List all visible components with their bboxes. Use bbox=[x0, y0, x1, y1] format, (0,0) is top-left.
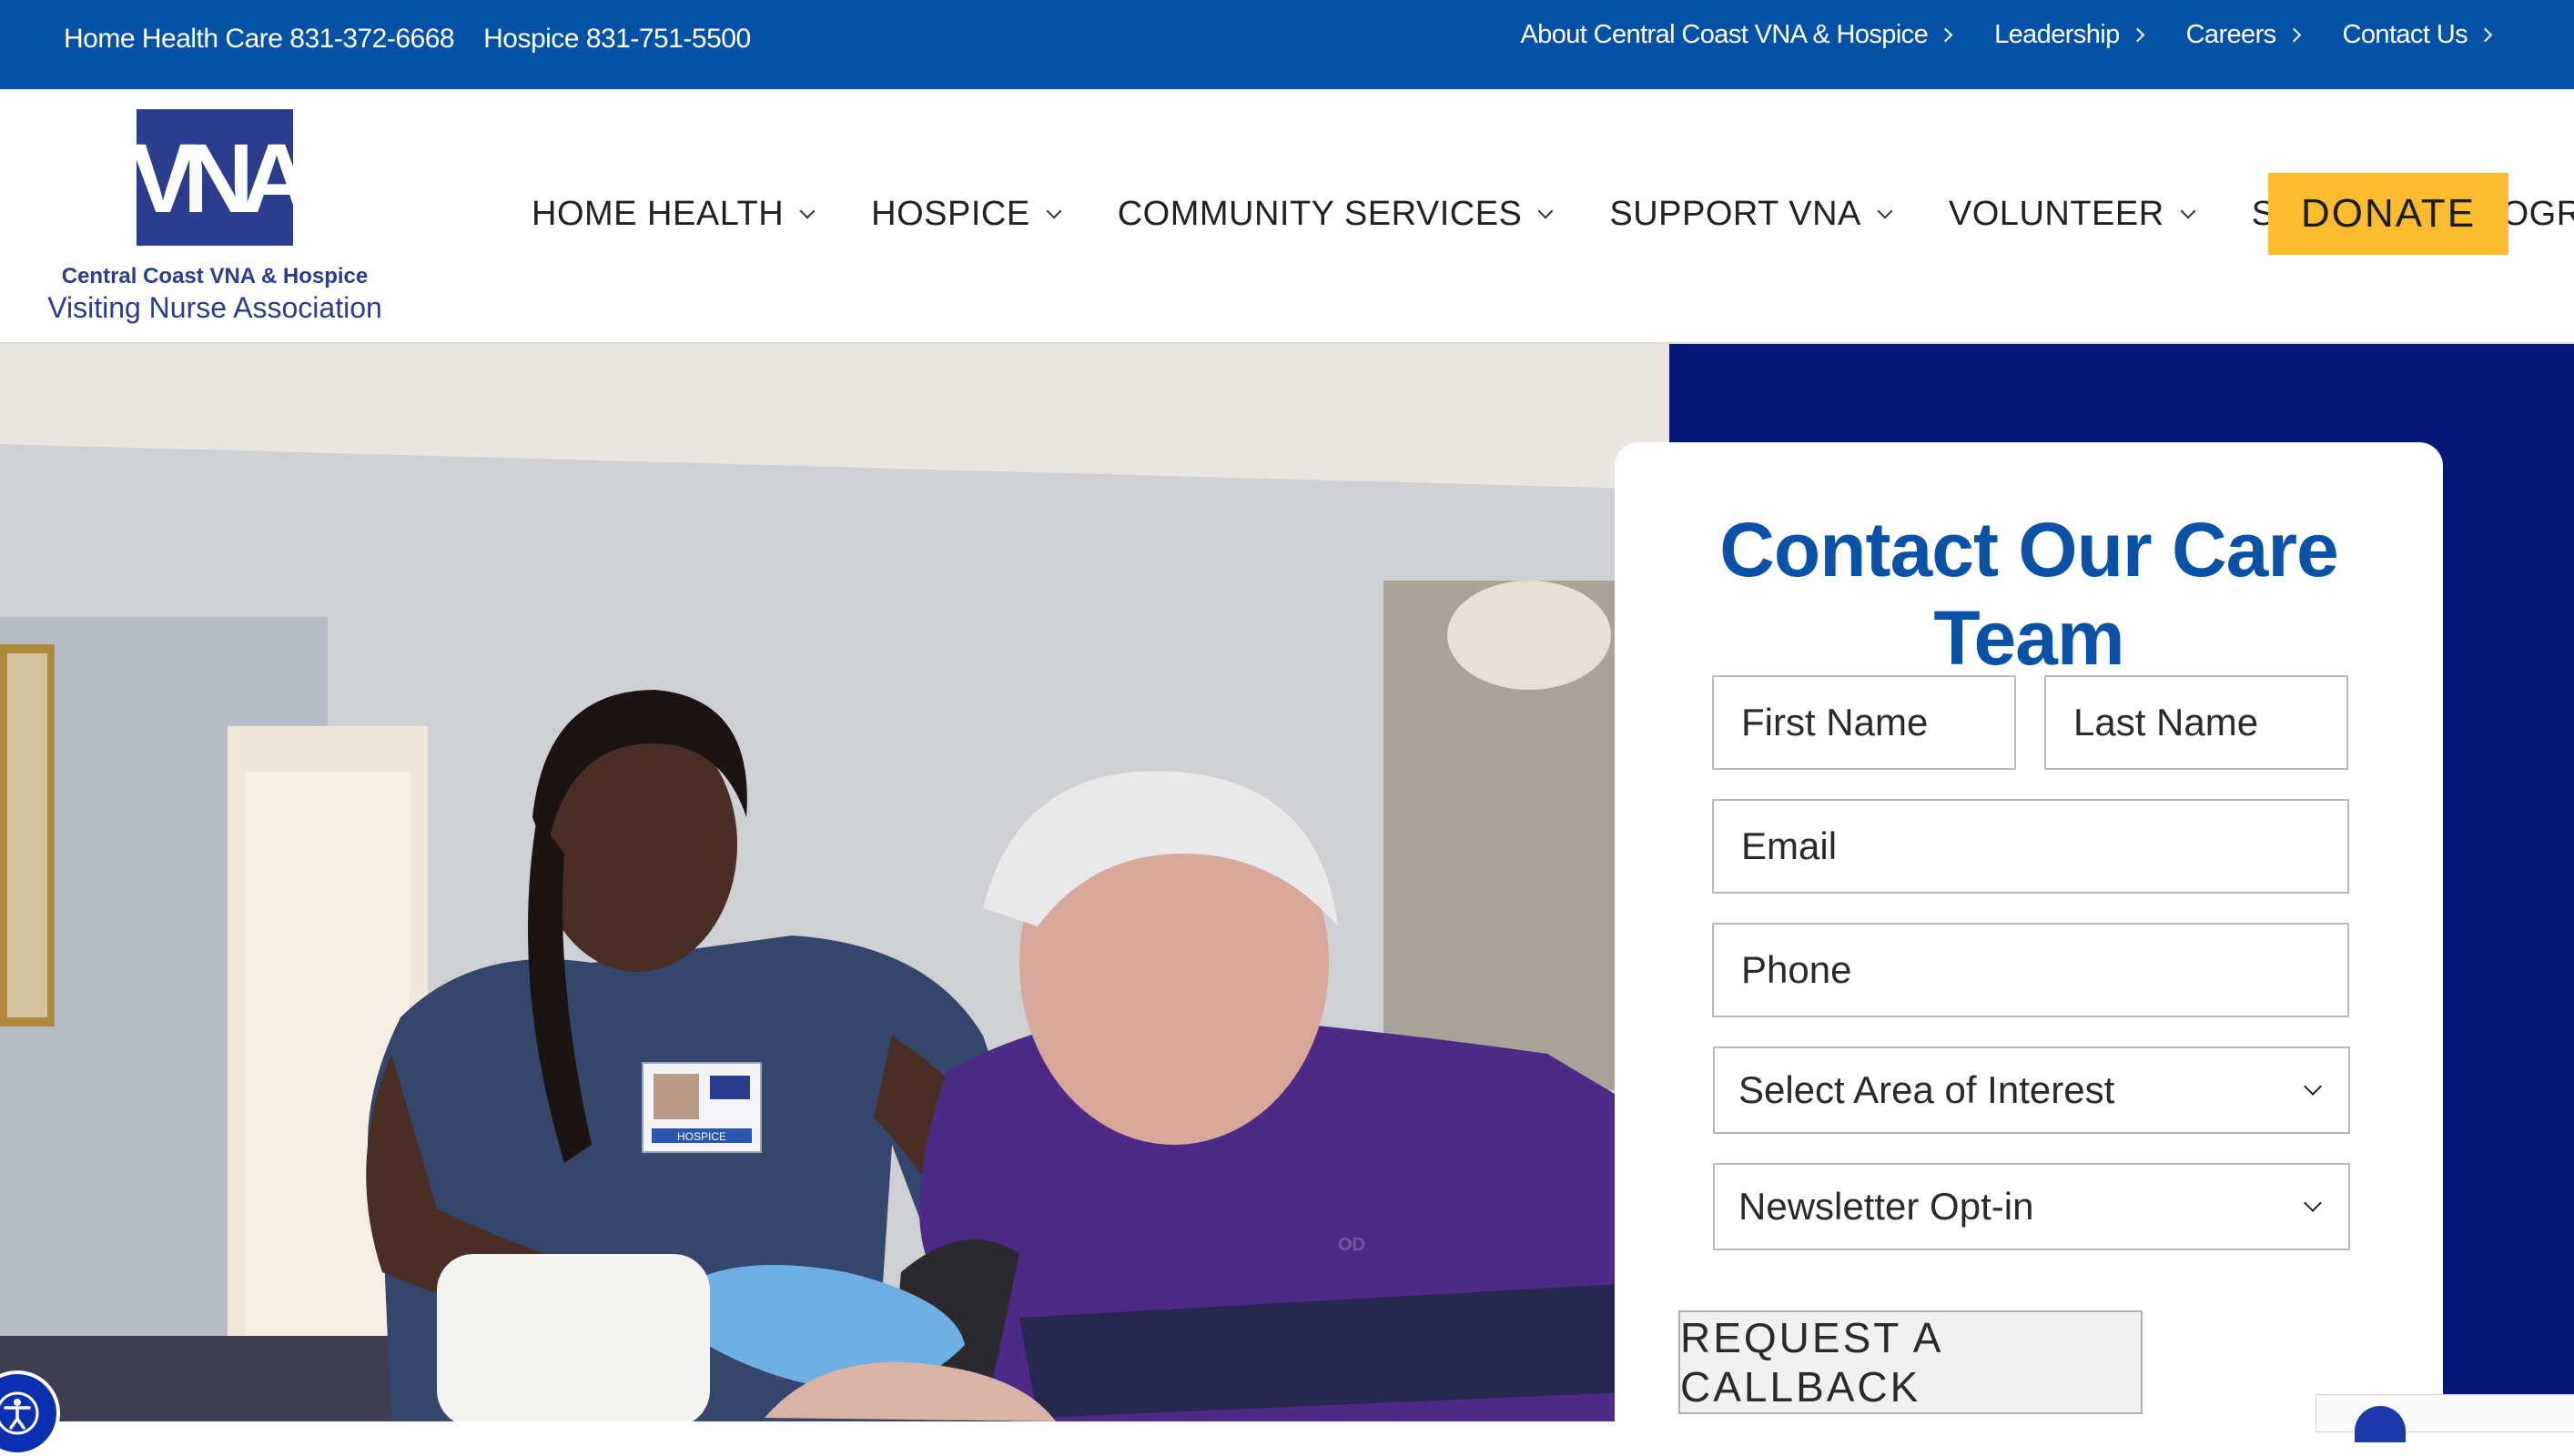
chevron-down-icon bbox=[1877, 203, 1893, 218]
chevron-right-icon bbox=[2130, 27, 2144, 42]
area-of-interest-value: Select Area of Interest bbox=[1738, 1068, 2115, 1111]
phone-field[interactable]: Phone bbox=[1712, 923, 2349, 1017]
recaptcha-icon bbox=[2355, 1406, 2406, 1442]
logo-tagline: Visiting Nurse Association bbox=[47, 291, 382, 324]
utility-link-about[interactable]: About Central Coast VNA & Hospice bbox=[1520, 19, 1953, 50]
chevron-right-icon bbox=[2286, 27, 2301, 42]
badge-text: HOSPICE bbox=[677, 1130, 726, 1143]
email-field[interactable]: Email bbox=[1712, 799, 2349, 894]
hospice-phone-link[interactable]: Hospice 831-751-5500 bbox=[483, 24, 751, 55]
chevron-down-icon bbox=[2304, 1077, 2322, 1096]
chevron-down-icon bbox=[2304, 1194, 2322, 1212]
nav-item-label: HOME HEALTH bbox=[532, 195, 785, 233]
utility-link-label: Contact Us bbox=[2342, 19, 2468, 49]
request-callback-button[interactable]: REQUEST A CALLBACK bbox=[1678, 1310, 2143, 1414]
nav-item-label: HOSPICE bbox=[871, 195, 1030, 233]
form-title: Contact Our Care Team bbox=[1719, 507, 2338, 681]
utility-link-leadership[interactable]: Leadership bbox=[1994, 19, 2144, 50]
phone-numbers: Home Health Care 831-372-6668 Hospice 83… bbox=[64, 0, 751, 78]
first-name-field[interactable]: First Name bbox=[1712, 675, 2016, 770]
site-logo[interactable]: VNA Central Coast VNA & Hospice Visiting… bbox=[24, 109, 413, 337]
chevron-down-icon bbox=[799, 203, 816, 218]
accessibility-icon bbox=[0, 1391, 39, 1435]
site-header: VNA Central Coast VNA & Hospice Visiting… bbox=[0, 89, 2574, 344]
home-health-phone-link[interactable]: Home Health Care 831-372-6668 bbox=[64, 24, 455, 55]
last-name-field[interactable]: Last Name bbox=[2044, 675, 2348, 770]
donate-button[interactable]: DONATE bbox=[2268, 173, 2508, 255]
hero-photo: HOSPICE OD bbox=[0, 344, 1669, 1421]
sweater-logo-text: OD bbox=[1338, 1235, 1365, 1255]
logo-org-name: Central Coast VNA & Hospice bbox=[61, 264, 369, 288]
nav-item-label: VOLUNTEER bbox=[1948, 195, 2164, 233]
chevron-down-icon bbox=[1537, 203, 1554, 218]
utility-link-label: Leadership bbox=[1994, 19, 2120, 49]
utility-link-label: About Central Coast VNA & Hospice bbox=[1520, 19, 1929, 49]
vna-logo-mark: VNA bbox=[130, 109, 312, 246]
top-utility-bar: Home Health Care 831-372-6668 Hospice 83… bbox=[0, 0, 2574, 89]
chevron-down-icon bbox=[2180, 203, 2196, 218]
nav-item-home-health[interactable]: HOME HEALTH bbox=[532, 195, 816, 234]
nav-item-label: COMMUNITY SERVICES bbox=[1117, 195, 1523, 233]
chevron-down-icon bbox=[1046, 203, 1062, 218]
utility-link-label: Careers bbox=[2185, 19, 2277, 49]
utility-link-contact[interactable]: Contact Us bbox=[2342, 19, 2493, 50]
contact-form-card: Contact Our Care Team First Name Last Na… bbox=[1615, 442, 2443, 1443]
recaptcha-badge[interactable] bbox=[2316, 1394, 2574, 1442]
newsletter-optin-value: Newsletter Opt-in bbox=[1738, 1185, 2034, 1228]
newsletter-optin-select[interactable]: Newsletter Opt-in bbox=[1713, 1163, 2350, 1250]
utility-link-careers[interactable]: Careers bbox=[2185, 19, 2301, 50]
hero-photo-illustration: HOSPICE OD bbox=[0, 344, 1669, 1421]
utility-nav: About Central Coast VNA & Hospice Leader… bbox=[1520, 0, 2493, 69]
chevron-right-icon bbox=[1938, 27, 1953, 42]
chevron-right-icon bbox=[2478, 27, 2493, 42]
nav-item-label: SUPPORT VNA bbox=[1609, 195, 1861, 233]
nav-item-volunteer[interactable]: VOLUNTEER bbox=[1948, 195, 2196, 234]
area-of-interest-select[interactable]: Select Area of Interest bbox=[1713, 1046, 2350, 1134]
nav-item-hospice[interactable]: HOSPICE bbox=[871, 195, 1062, 234]
nav-item-support-vna[interactable]: SUPPORT VNA bbox=[1609, 195, 1893, 234]
nav-item-community-services[interactable]: COMMUNITY SERVICES bbox=[1117, 195, 1554, 234]
